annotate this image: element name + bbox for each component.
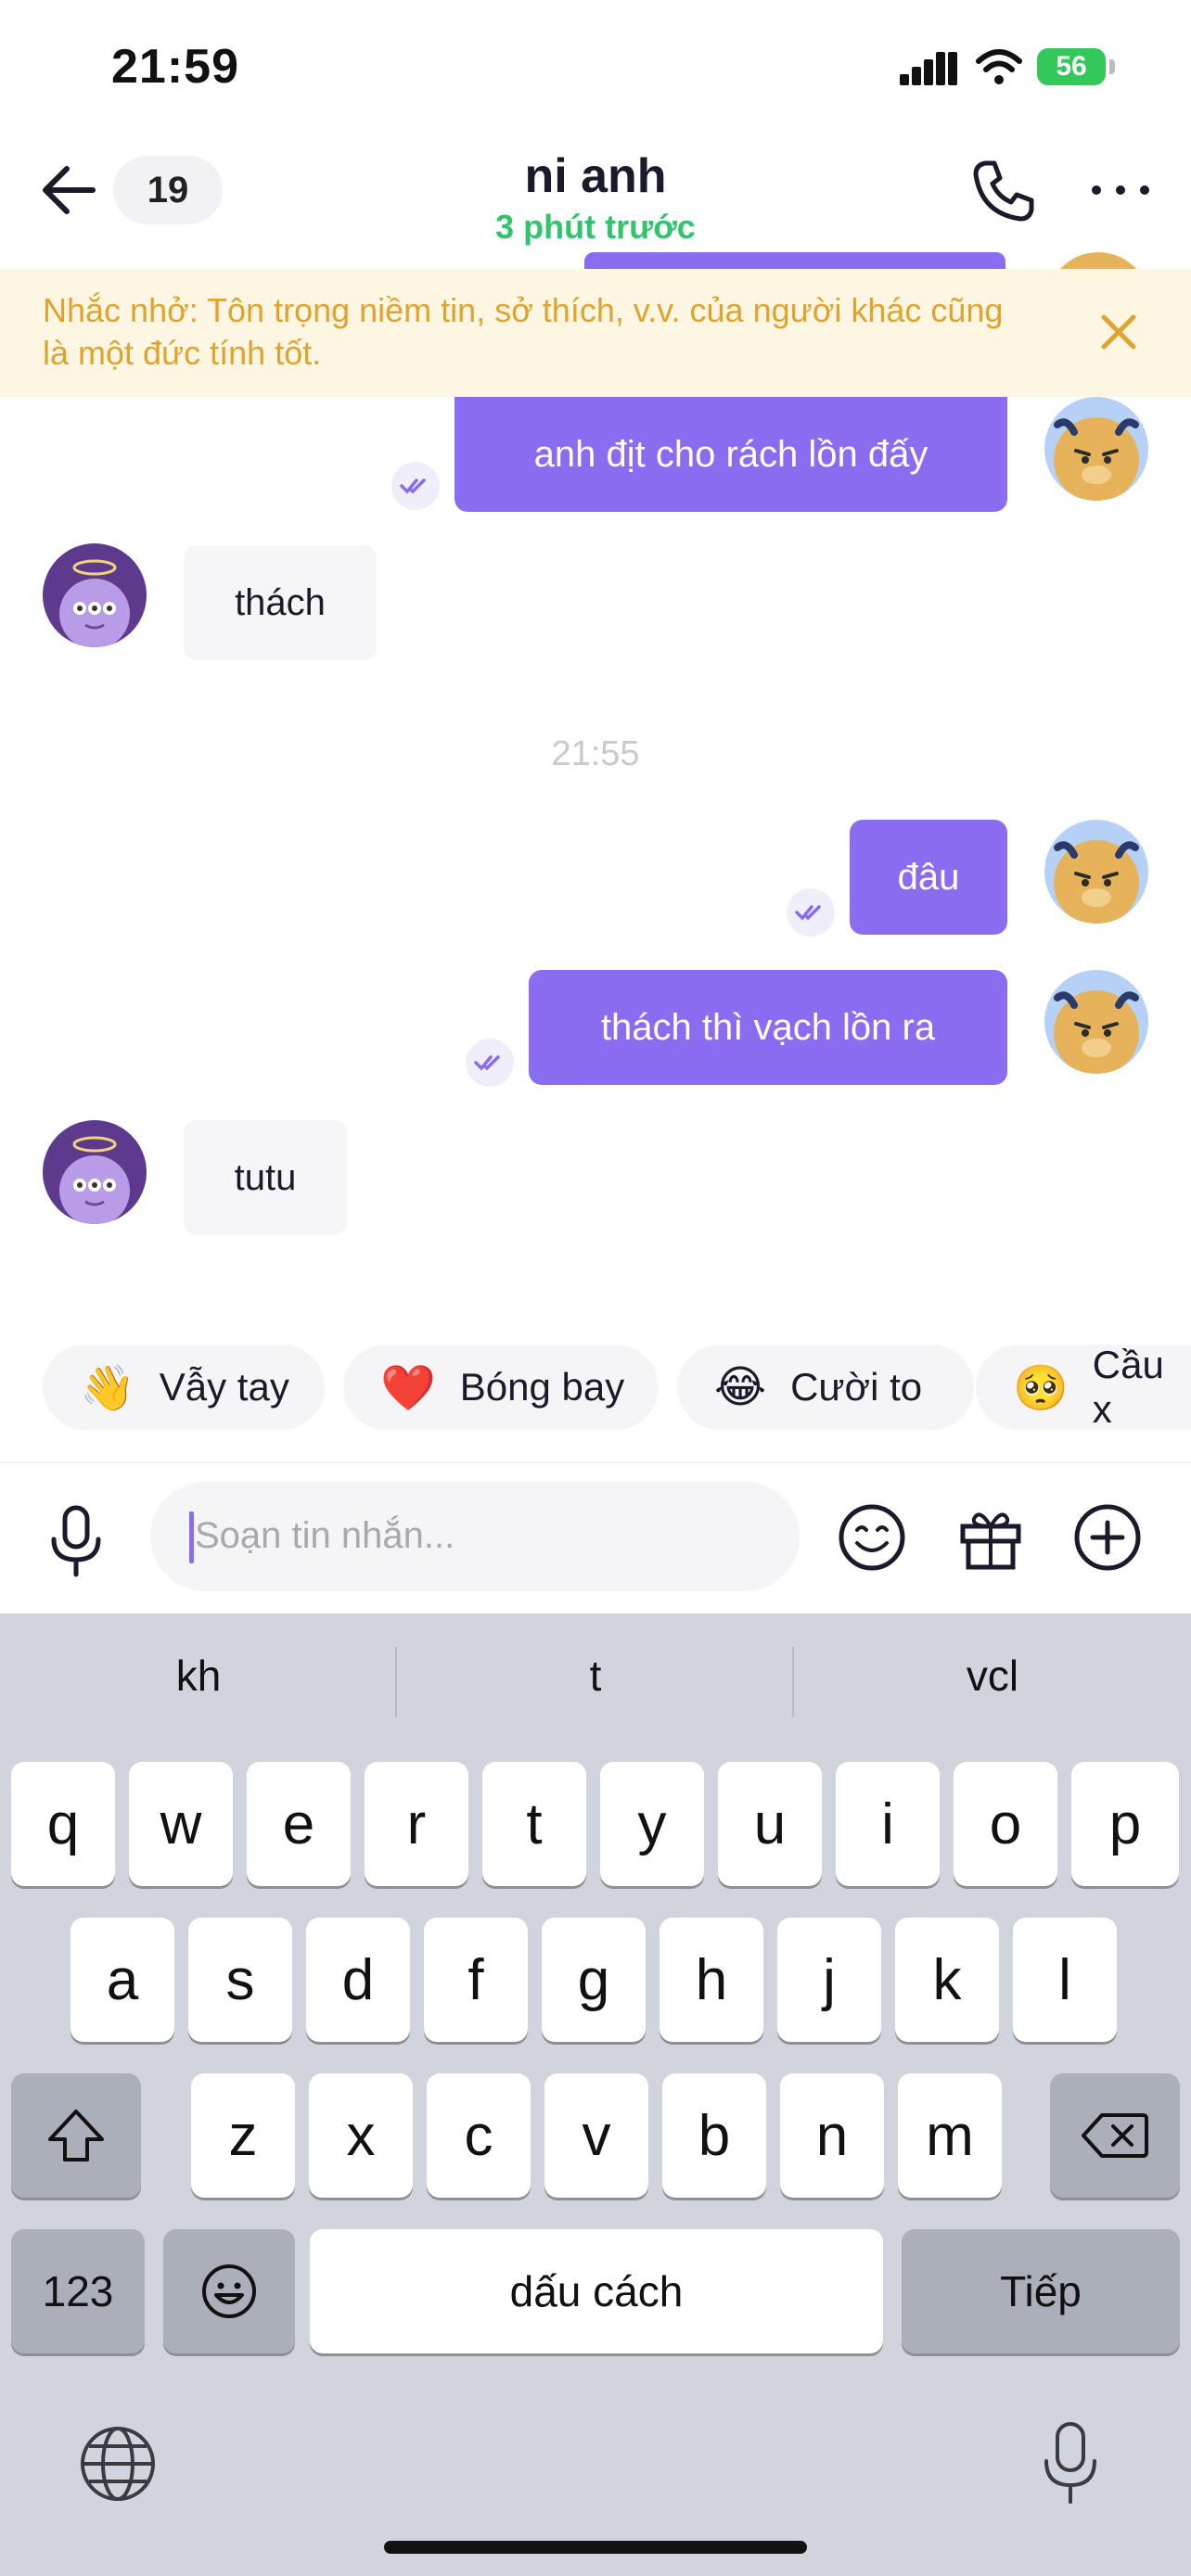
return-key[interactable]: Tiếp [902, 2229, 1180, 2353]
message-bubble-partial [584, 252, 1005, 271]
avatar-partial [1046, 252, 1150, 271]
last-seen-status: 3 phút trước [495, 208, 696, 246]
key-z[interactable]: z [191, 2073, 295, 2198]
my-avatar[interactable] [1044, 820, 1148, 924]
emoji-keyboard-icon [202, 2264, 256, 2318]
key-j[interactable]: j [777, 1918, 881, 2042]
phone-call-icon[interactable] [968, 156, 1039, 226]
home-indicator[interactable] [384, 2541, 807, 2554]
wave-emoji-icon: 👋 [80, 1363, 135, 1413]
globe-icon[interactable] [78, 2424, 158, 2504]
key-y[interactable]: y [600, 1762, 704, 1886]
key-q[interactable]: q [11, 1762, 115, 1886]
key-x[interactable]: x [309, 2073, 413, 2198]
shift-arrow-icon [48, 2110, 104, 2162]
backspace-key[interactable] [1050, 2073, 1180, 2198]
reminder-text: Nhắc nhở: Tôn trọng niềm tin, sở thích, … [43, 291, 1004, 372]
back-arrow-icon[interactable] [37, 158, 102, 223]
key-d[interactable]: d [306, 1918, 410, 2042]
message-bubble-outgoing[interactable]: thách thì vạch lồn ra [529, 970, 1007, 1085]
message-bubble-incoming[interactable]: thách [184, 545, 377, 660]
key-m[interactable]: m [898, 2073, 1002, 2198]
wifi-icon [976, 49, 1022, 84]
key-r[interactable]: r [365, 1762, 468, 1886]
add-icon[interactable] [1072, 1502, 1143, 1573]
key-l[interactable]: l [1013, 1918, 1117, 2042]
space-key[interactable]: dấu cách [310, 2229, 883, 2353]
signal-icon [900, 52, 957, 85]
quick-reaction-label: Cầu x [1092, 1343, 1164, 1431]
emoji-icon[interactable] [837, 1502, 907, 1573]
key-i[interactable]: i [836, 1762, 940, 1886]
heart-emoji-icon: ❤️ [380, 1363, 436, 1413]
key-n[interactable]: n [780, 2073, 884, 2198]
backspace-icon [1082, 2113, 1148, 2158]
key-h[interactable]: h [660, 1918, 763, 2042]
key-w[interactable]: w [129, 1762, 233, 1886]
key-c[interactable]: c [427, 2073, 531, 2198]
key-t[interactable]: t [482, 1762, 586, 1886]
dictation-mic-icon[interactable] [1041, 2420, 1100, 2506]
key-b[interactable]: b [662, 2073, 766, 2198]
quick-reaction-laugh[interactable]: 😂 Cười to [677, 1345, 974, 1430]
key-g[interactable]: g [542, 1918, 646, 2042]
my-avatar[interactable] [1044, 970, 1148, 1074]
suggestion-item[interactable]: kh [0, 1651, 397, 1701]
unread-count-badge[interactable]: 19 [113, 156, 223, 224]
quick-reaction-label: Vẫy tay [159, 1365, 289, 1409]
composer-divider [0, 1461, 1191, 1463]
message-bubble-incoming[interactable]: tutu [184, 1120, 347, 1235]
battery-indicator: 56 [1037, 48, 1106, 85]
status-time: 21:59 [111, 40, 239, 94]
close-icon[interactable] [1095, 308, 1143, 356]
microphone-icon[interactable] [46, 1504, 106, 1578]
text-caret [189, 1511, 194, 1563]
shift-key[interactable] [11, 2073, 141, 2198]
pleading-emoji-icon: 🥺 [1013, 1363, 1069, 1413]
battery-level: 56 [1056, 51, 1087, 82]
message-input-placeholder: Soạn tin nhắn... [195, 1515, 455, 1556]
quick-reaction-wave[interactable]: 👋 Vẫy tay [43, 1345, 325, 1430]
quick-reaction-plead[interactable]: 🥺 Cầu x [976, 1343, 1191, 1431]
message-timestamp: 21:55 [551, 734, 640, 773]
read-receipt-icon [391, 462, 440, 510]
quick-reaction-label: Bóng bay [459, 1365, 625, 1409]
key-o[interactable]: o [954, 1762, 1057, 1886]
key-v[interactable]: v [544, 2073, 648, 2198]
key-u[interactable]: u [718, 1762, 822, 1886]
key-a[interactable]: a [70, 1918, 174, 2042]
quick-reaction-label: Cười to [790, 1365, 923, 1409]
chat-title[interactable]: ni anh [410, 148, 781, 204]
message-bubble-outgoing[interactable]: đâu [850, 820, 1007, 935]
message-bubble-outgoing[interactable]: anh địt cho rách lồn đấy [455, 397, 1007, 512]
contact-avatar[interactable] [43, 1120, 147, 1224]
emoji-keyboard-key[interactable] [163, 2229, 295, 2353]
key-k[interactable]: k [895, 1918, 999, 2042]
key-f[interactable]: f [424, 1918, 528, 2042]
gift-icon[interactable] [955, 1502, 1026, 1573]
key-s[interactable]: s [188, 1918, 292, 2042]
read-receipt-icon [787, 888, 835, 937]
suggestion-item[interactable]: vcl [794, 1651, 1191, 1701]
suggestion-item[interactable]: t [397, 1651, 794, 1701]
numbers-key[interactable]: 123 [11, 2229, 145, 2353]
contact-avatar[interactable] [43, 543, 147, 647]
battery-tip [1109, 59, 1115, 74]
my-avatar[interactable] [1044, 397, 1148, 501]
key-e[interactable]: e [247, 1762, 351, 1886]
read-receipt-icon [466, 1039, 514, 1087]
laughing-emoji-icon: 😂 [714, 1363, 767, 1412]
key-p[interactable]: p [1071, 1762, 1179, 1886]
more-options-icon[interactable] [1085, 167, 1156, 213]
quick-reaction-balloon[interactable]: ❤️ Bóng bay [343, 1345, 659, 1430]
